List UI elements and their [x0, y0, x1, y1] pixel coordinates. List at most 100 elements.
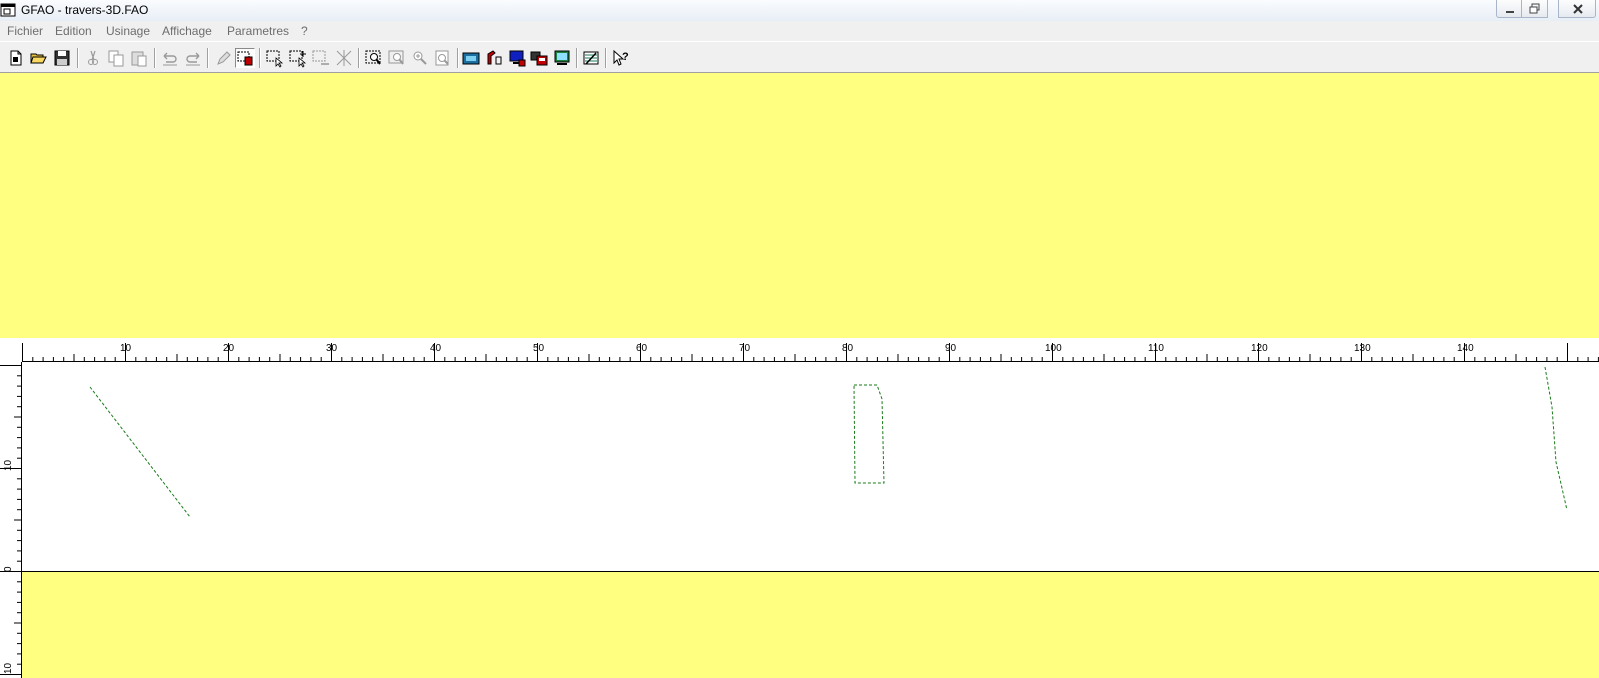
minimize-icon — [1506, 11, 1514, 13]
rectangular-toolpath[interactable] — [853, 384, 885, 484]
zoom-window-icon — [365, 50, 381, 65]
undo-button[interactable] — [160, 48, 180, 68]
edit-pencil-button[interactable] — [213, 48, 233, 68]
zoom-window-button[interactable] — [364, 48, 384, 68]
select-star-icon — [336, 50, 352, 66]
paste-button[interactable] — [129, 48, 149, 68]
toolbar-separator — [77, 48, 79, 68]
copy-button[interactable] — [106, 48, 126, 68]
menu-fichier[interactable]: Fichier — [7, 24, 43, 38]
copy-icon — [108, 50, 124, 67]
ruler-label-100: 100 — [1045, 343, 1062, 354]
toolbar-separator — [605, 48, 607, 68]
open-file-button[interactable] — [29, 48, 49, 68]
transfer-icon — [530, 51, 548, 66]
select-star-button[interactable] — [334, 48, 354, 68]
ruler-label-40: 40 — [430, 343, 442, 354]
zoom-previous-button[interactable] — [433, 48, 453, 68]
ruler-vlabel-0: 0 — [3, 566, 14, 572]
settings-icon — [583, 51, 599, 65]
redo-button[interactable] — [183, 48, 203, 68]
title-bar: GFAO - travers-3D.FAO — [0, 0, 1599, 22]
zoom-all-button[interactable] — [387, 48, 407, 68]
toolbar-separator — [576, 48, 578, 68]
select-box-minus-icon — [312, 50, 329, 65]
window-title: GFAO - travers-3D.FAO — [21, 3, 149, 17]
horizontal-ruler: 10 20 30 40 50 60 70 80 90 100 110 120 1… — [22, 343, 1599, 362]
context-help-button[interactable]: ? — [611, 48, 631, 68]
toolbar-separator — [457, 48, 459, 68]
zoom-all-icon — [388, 50, 404, 65]
ruler-label-60: 60 — [636, 343, 648, 354]
minimize-button[interactable] — [1496, 0, 1522, 18]
select-box-button[interactable] — [265, 48, 285, 68]
computer-button[interactable] — [507, 48, 527, 68]
select-box-remove-button[interactable] — [311, 48, 331, 68]
monitor-icon — [554, 50, 570, 65]
new-file-icon — [10, 50, 22, 66]
ruler-label-70: 70 — [739, 343, 751, 354]
ruler-label-20: 20 — [223, 343, 235, 354]
close-icon — [1573, 4, 1583, 14]
monitor-button[interactable] — [552, 48, 572, 68]
zoom-in-button[interactable] — [410, 48, 430, 68]
vertical-ruler-ticks — [0, 362, 22, 678]
pencil-icon — [217, 51, 231, 65]
zoom-in-icon — [413, 51, 427, 65]
tool-path-icon — [487, 50, 502, 65]
drawing-canvas[interactable] — [22, 362, 1599, 572]
app-icon — [0, 3, 16, 17]
toolbar-separator — [154, 48, 156, 68]
tool-path-button[interactable] — [484, 48, 504, 68]
ruler-vlabel-10-bottom: 10 — [3, 662, 14, 674]
ruler-label-110: 110 — [1148, 343, 1164, 354]
restore-button[interactable] — [1522, 0, 1548, 18]
machine-button[interactable] — [461, 48, 481, 68]
new-file-button[interactable] — [6, 48, 26, 68]
select-mode-button[interactable] — [235, 48, 255, 68]
ruler-label-50: 50 — [533, 343, 545, 354]
computer-icon — [509, 50, 526, 67]
edge-toolpath[interactable] — [1544, 366, 1568, 511]
toolbar: ? — [0, 42, 1599, 73]
menu-parametres[interactable]: Parametres — [227, 24, 289, 38]
menu-affichage[interactable]: Affichage — [162, 24, 212, 38]
select-pointer-icon — [237, 51, 253, 66]
vertical-ruler: 10 0 10 — [0, 362, 22, 678]
menu-bar: Fichier Edition Usinage Affichage Parame… — [0, 21, 1599, 41]
settings-button[interactable] — [581, 48, 601, 68]
menu-usinage[interactable]: Usinage — [106, 24, 150, 38]
lower-background — [22, 572, 1599, 678]
drawing-svg — [22, 366, 1599, 572]
redo-icon — [186, 52, 200, 66]
ruler-label-30: 30 — [326, 343, 338, 354]
transfer-button[interactable] — [529, 48, 549, 68]
menu-help[interactable]: ? — [301, 24, 308, 38]
folder-open-icon — [30, 53, 47, 64]
ruler-label-10: 10 — [120, 343, 132, 354]
save-button[interactable] — [52, 48, 72, 68]
scissors-icon — [88, 50, 98, 65]
help-pointer-icon: ? — [613, 49, 629, 66]
diagonal-toolpath[interactable] — [89, 386, 191, 518]
toolbar-separator — [207, 48, 209, 68]
select-box-plus-icon — [289, 50, 307, 68]
ruler-label-130: 130 — [1354, 343, 1371, 354]
select-box-add-button[interactable] — [288, 48, 308, 68]
undo-icon — [163, 52, 177, 66]
ruler-vlabel-10-top: 10 — [3, 459, 14, 471]
close-button[interactable] — [1558, 0, 1596, 18]
cut-button[interactable] — [83, 48, 103, 68]
menu-edition[interactable]: Edition — [55, 24, 92, 38]
zoom-previous-icon — [435, 50, 449, 66]
upper-background — [0, 73, 1599, 338]
restore-icon — [1529, 3, 1540, 14]
machine-icon — [462, 52, 480, 65]
svg-text:?: ? — [622, 51, 629, 63]
ruler-label-120: 120 — [1251, 343, 1268, 354]
ruler-label-140: 140 — [1457, 343, 1474, 354]
select-box-icon — [266, 50, 284, 68]
ruler-label-80: 80 — [842, 343, 854, 354]
ruler-label-90: 90 — [945, 343, 957, 354]
paste-icon — [131, 51, 147, 67]
